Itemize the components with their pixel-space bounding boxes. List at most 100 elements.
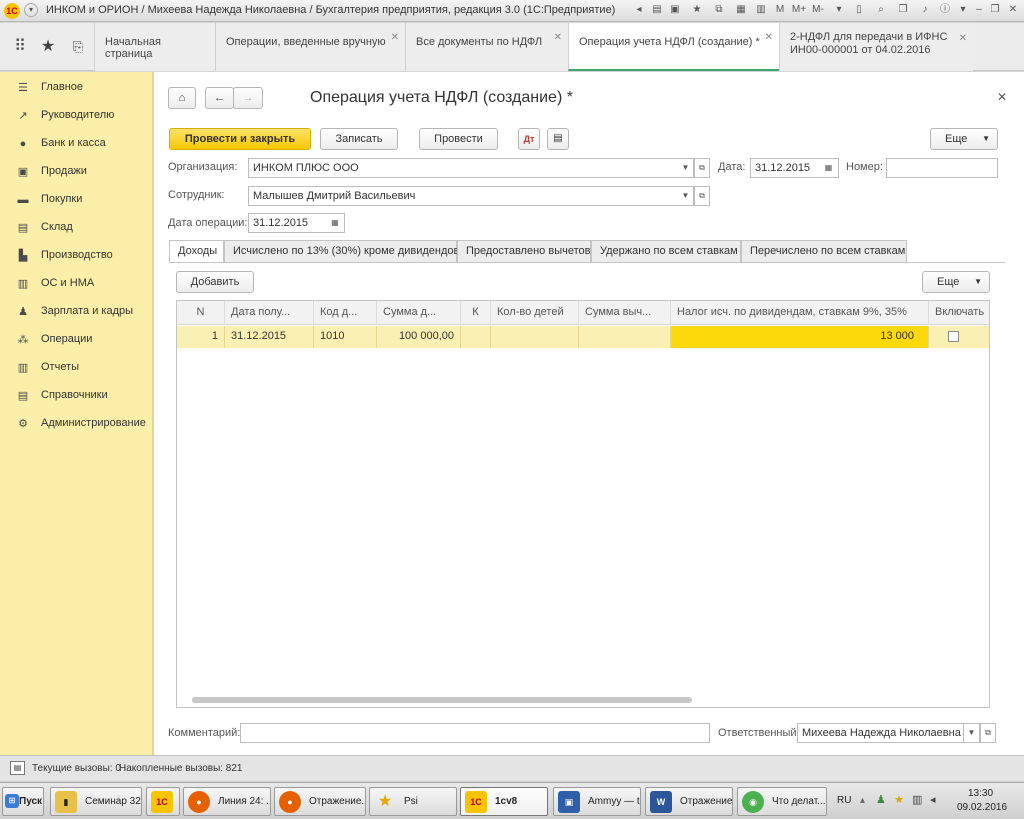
tray-user-icon[interactable]: ♟ <box>876 793 886 806</box>
main-menu-button[interactable]: ▾ <box>24 3 38 17</box>
tab-withheld[interactable]: Удержано по всем ставкам <box>591 240 741 262</box>
table-cell-children[interactable] <box>491 326 579 348</box>
column-header-k[interactable]: К <box>461 301 491 325</box>
report-icon[interactable]: ▤ <box>547 128 569 150</box>
table-cell-include[interactable] <box>929 326 989 348</box>
taskbar-item-chrome[interactable]: ◉ Что делат... <box>737 787 827 816</box>
taskbar-item-word[interactable]: W Отражение... <box>645 787 733 816</box>
column-header-n[interactable]: N <box>177 301 225 325</box>
start-button[interactable]: ⊞ Пуск <box>2 787 44 816</box>
tray-volume-icon[interactable]: ◂ <box>930 793 936 806</box>
sidebar-item-manager[interactable]: ↗ Руководителю <box>0 102 153 130</box>
calendar-icon[interactable]: ▦ <box>326 213 345 233</box>
close-form-icon[interactable]: ✕ <box>997 90 1007 104</box>
taskbar-item-1cv8[interactable]: 1С 1cv8 <box>460 787 548 816</box>
tab-calculated-13[interactable]: Исчислено по 13% (30%) кроме дивидендов <box>224 240 459 262</box>
save-button[interactable]: Записать <box>320 128 398 150</box>
taskbar-item-psi[interactable]: ★ Psi <box>369 787 457 816</box>
favorite-icon[interactable]: ★ <box>690 3 704 17</box>
tab-2ndfl[interactable]: 2-НДФЛ для передачи в ИФНС ИН00-000001 от… <box>779 23 973 71</box>
add-row-button[interactable]: Добавить <box>176 271 254 293</box>
sidebar-item-main[interactable]: ☰ Главное <box>0 74 153 102</box>
tab-deductions[interactable]: Предоставлено вычетов <box>457 240 591 262</box>
close-window-icon[interactable]: ✕ <box>1006 3 1020 17</box>
restore-icon[interactable]: ❐ <box>988 3 1002 17</box>
clipboard-icon[interactable]: ▯ <box>852 3 866 17</box>
sidebar-item-admin[interactable]: ⚙ Администрирование <box>0 410 153 438</box>
tab-home[interactable]: Начальная страница <box>94 23 215 71</box>
table-cell-amount[interactable]: 100 000,00 <box>377 326 461 348</box>
column-header-children[interactable]: Кол-во детей <box>491 301 579 325</box>
calculator-icon[interactable]: ▥ <box>754 3 768 17</box>
taskbar-item-folder[interactable]: ▮ Семинар 32ч <box>50 787 142 816</box>
back-arrow-icon[interactable]: ← <box>205 87 234 109</box>
history-icon[interactable]: ❐ <box>896 3 910 17</box>
link-icon[interactable]: ⧉ <box>712 3 726 17</box>
dt-kt-icon[interactable]: Дт <box>518 128 540 150</box>
search-icon[interactable]: ⌕ <box>874 3 888 17</box>
home-icon[interactable]: ⌂ <box>168 87 196 109</box>
forward-arrow-icon[interactable]: → <box>233 87 263 109</box>
column-header-deduction[interactable]: Сумма выч... <box>579 301 671 325</box>
sidebar-item-production[interactable]: ▙ Производство <box>0 242 153 270</box>
close-tab-icon[interactable]: ✕ <box>765 32 773 43</box>
table-cell-date[interactable]: 31.12.2015 <box>225 326 314 348</box>
responsible-dropdown-icon[interactable]: ▼ <box>964 723 980 743</box>
history-icon[interactable]: ⎘ <box>66 35 90 59</box>
table-cell-n[interactable]: 1 <box>177 326 225 348</box>
dropdown-icon[interactable]: ▾ <box>832 3 846 17</box>
column-header-date[interactable]: Дата полу... <box>225 301 314 325</box>
calendar-icon[interactable]: ▦ <box>819 158 839 178</box>
tab-transferred[interactable]: Перечислено по всем ставкам <box>741 240 907 262</box>
table-cell-code[interactable]: 1010 <box>314 326 377 348</box>
close-tab-icon[interactable]: ✕ <box>959 32 967 45</box>
tray-star-icon[interactable]: ★ <box>894 793 904 806</box>
memory-plus-button[interactable]: M+ <box>790 3 808 17</box>
tab-manual-operations[interactable]: Операции, введенные вручную ✕ <box>215 23 405 71</box>
responsible-field[interactable]: Михеева Надежда Николаевна <box>797 723 964 743</box>
print-icon[interactable]: ▤ <box>650 3 664 17</box>
sidebar-item-purchases[interactable]: ▬ Покупки <box>0 186 153 214</box>
table-cell-deduction[interactable] <box>579 326 671 348</box>
post-button[interactable]: Провести <box>419 128 498 150</box>
include-checkbox[interactable] <box>948 331 959 342</box>
sidebar-item-catalogs[interactable]: ▤ Справочники <box>0 382 153 410</box>
organization-open-icon[interactable]: ⧉ <box>694 158 710 178</box>
more-button[interactable]: Еще ▼ <box>930 128 998 150</box>
horizontal-scrollbar[interactable] <box>192 697 692 703</box>
tray-network-icon[interactable]: ▥ <box>912 793 922 806</box>
column-header-code[interactable]: Код д... <box>314 301 377 325</box>
comment-field[interactable] <box>240 723 710 743</box>
taskbar-item-firefox-2[interactable]: ● Отражение... <box>274 787 366 816</box>
calendar-icon[interactable]: ▦ <box>734 3 748 17</box>
table-cell-k[interactable] <box>461 326 491 348</box>
close-tab-icon[interactable]: ✕ <box>554 32 562 43</box>
sidebar-item-operations[interactable]: ⁂ Операции <box>0 326 153 354</box>
number-field[interactable] <box>886 158 998 178</box>
operation-date-field[interactable]: 31.12.2015 <box>248 213 327 233</box>
sidebar-item-salary[interactable]: ♟ Зарплата и кадры <box>0 298 153 326</box>
bell-icon[interactable]: ♪ <box>918 3 932 17</box>
column-header-include[interactable]: Включать <box>929 301 989 325</box>
column-header-dividend-tax[interactable]: Налог исч. по дивидендам, ставкам 9%, 35… <box>671 301 929 325</box>
info-icon[interactable]: ⓘ <box>938 3 952 17</box>
sidebar-item-bank[interactable]: ● Банк и касса <box>0 130 153 158</box>
taskbar-item-ammyy[interactable]: ▣ Ammyy — t... <box>553 787 641 816</box>
date-field[interactable]: 31.12.2015 <box>750 158 820 178</box>
tray-expand-icon[interactable]: ▴ <box>860 795 865 806</box>
tab-ndfl-documents[interactable]: Все документы по НДФЛ ✕ <box>405 23 568 71</box>
sidebar-item-warehouse[interactable]: ▤ Склад <box>0 214 153 242</box>
sidebar-item-sales[interactable]: ▣ Продажи <box>0 158 153 186</box>
organization-field[interactable]: ИНКОМ ПЛЮС ООО <box>248 158 679 178</box>
table-cell-dividend-tax[interactable]: 13 000 <box>671 326 929 348</box>
save-icon[interactable]: ▣ <box>668 3 682 17</box>
memory-m-button[interactable]: M <box>774 3 786 17</box>
taskbar-item-1c[interactable]: 1С <box>146 787 180 816</box>
post-and-close-button[interactable]: Провести и закрыть <box>169 128 311 150</box>
tab-income[interactable]: Доходы <box>169 240 224 263</box>
back-icon[interactable]: ◂ <box>632 3 646 17</box>
tab-ndfl-operation[interactable]: Операция учета НДФЛ (создание) * ✕ <box>568 23 779 71</box>
clock-date[interactable]: 09.02.2016 <box>957 802 1007 813</box>
memory-minus-button[interactable]: M- <box>810 3 826 17</box>
server-calls-icon[interactable]: ▤ <box>10 761 25 775</box>
